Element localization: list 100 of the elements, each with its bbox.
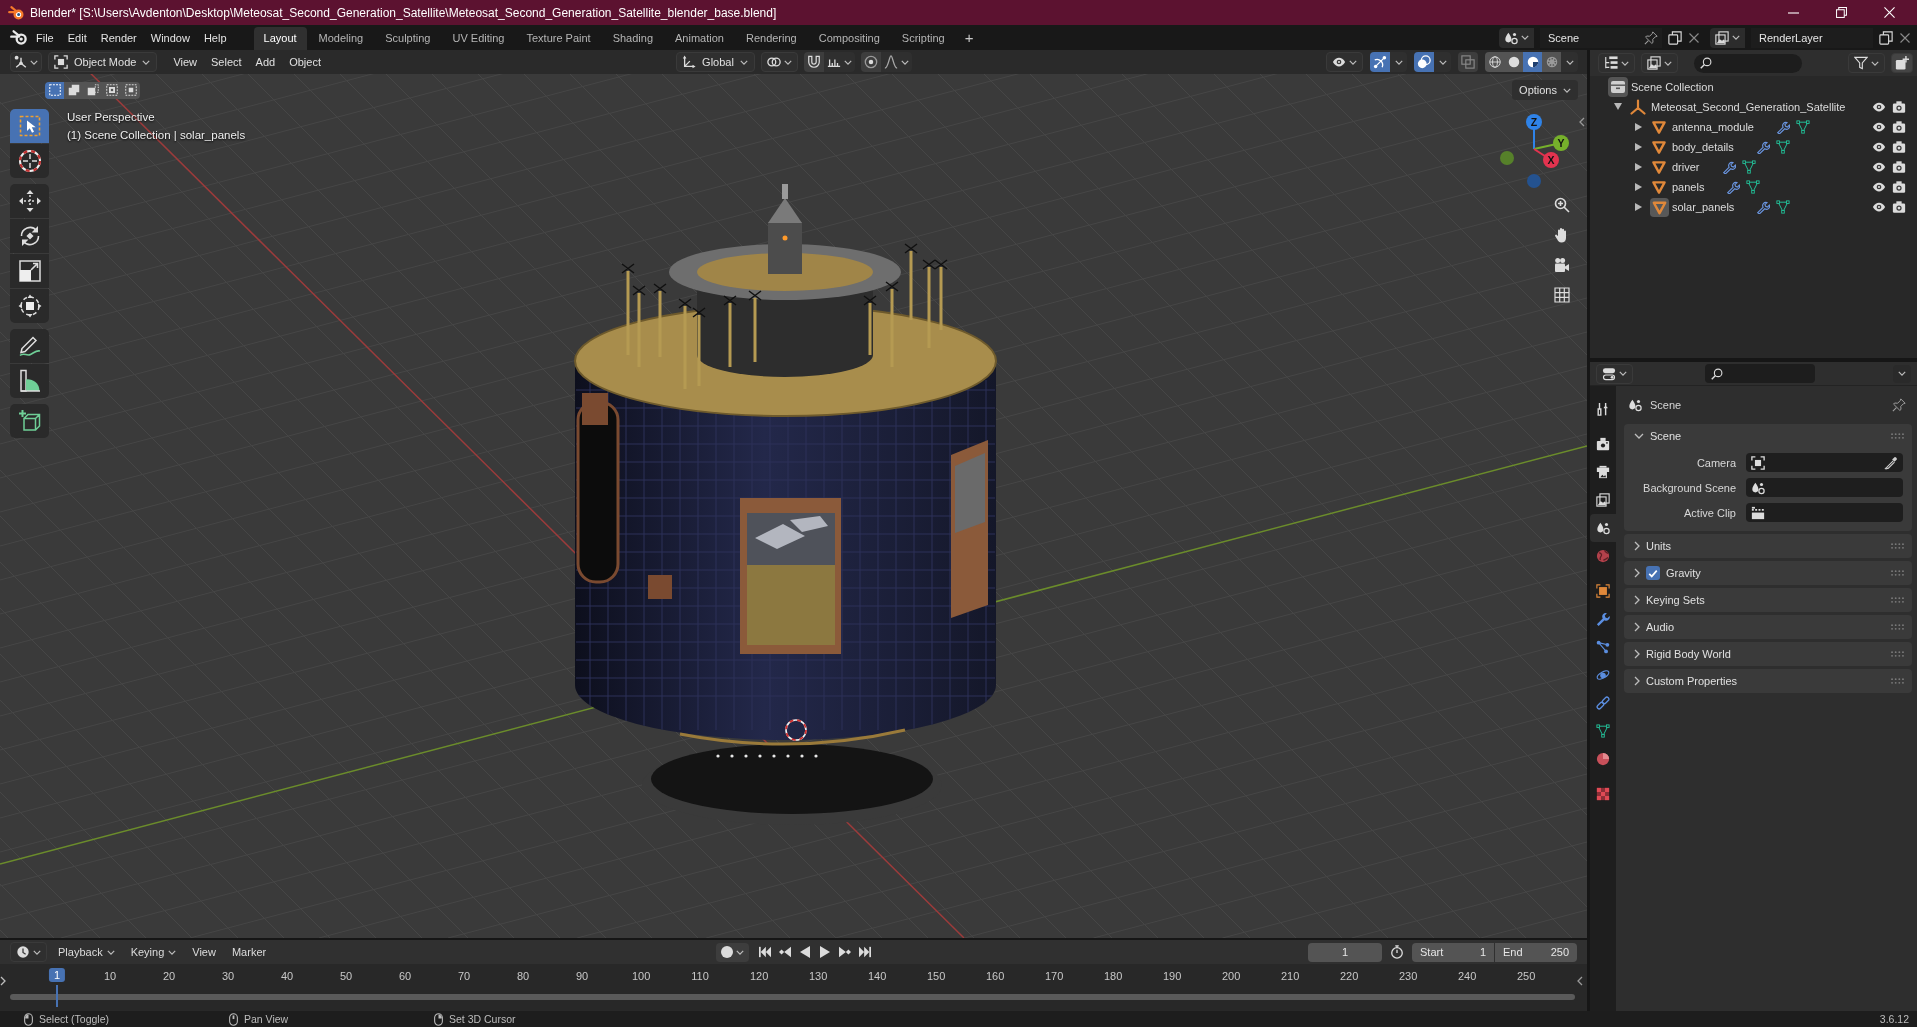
scene-tab[interactable] [1590,514,1616,542]
editor-type-button[interactable] [1596,363,1633,384]
grid-icon[interactable] [1554,287,1570,303]
wrench-icon[interactable] [1755,140,1770,154]
workspace-tab[interactable]: Scripting [891,27,955,50]
drag-handle-icon[interactable] [1891,651,1904,657]
snap-target-dropdown[interactable] [823,52,855,72]
background-scene-field[interactable] [1746,478,1903,497]
workspace-tab[interactable]: Animation [665,27,734,50]
selection-mode-button[interactable] [102,81,121,99]
drag-handle-icon[interactable] [1891,543,1904,549]
record-button[interactable] [716,942,749,962]
xray-toggle[interactable] [1458,52,1478,72]
move-tool[interactable] [10,184,49,218]
snap-toggle[interactable] [803,52,824,72]
view-layer-name-field[interactable]: RenderLayer [1751,27,1873,48]
menu-dropdown[interactable]: Playback [53,946,120,958]
panel-header[interactable]: Scene [1624,424,1912,448]
axis-circle-icon[interactable] [1500,151,1514,165]
z-axis-handle[interactable]: Z [1526,114,1542,150]
camera-icon[interactable] [1892,160,1906,174]
menu-item[interactable]: View [187,946,221,958]
blender-logo-icon[interactable] [10,29,27,46]
shading-mode-button[interactable] [1485,52,1504,72]
options-dropdown[interactable]: Options [1512,80,1578,100]
triangle-right-icon[interactable] [1635,123,1643,131]
wrench-icon[interactable] [1721,160,1736,174]
panel-header[interactable]: Rigid Body World [1624,642,1912,666]
editor-type-button[interactable] [10,942,47,962]
selection-mode-button[interactable] [121,81,140,99]
stopwatch-icon[interactable] [1390,945,1404,959]
duplicate-icon[interactable] [1668,30,1682,45]
shading-mode-button[interactable] [1523,52,1542,72]
pivot-point-dropdown[interactable] [760,52,798,72]
x-axis-handle[interactable]: X [1533,148,1559,168]
new-collection-button[interactable] [1891,53,1913,73]
overlays-toggle[interactable] [1414,52,1434,72]
current-frame-marker[interactable]: 1 [48,968,66,982]
pin-icon[interactable] [1892,398,1906,412]
menu-item[interactable]: Marker [226,946,272,958]
outliner-item[interactable]: solar_panels [1672,201,1735,213]
view-layer-browse-button[interactable] [1710,27,1745,48]
x-icon[interactable] [1688,31,1700,44]
rotate-tool[interactable] [10,219,49,253]
mesh-triangle-icon[interactable] [1741,160,1756,174]
workspace-tab[interactable]: Compositing [808,27,890,50]
workspace-tab[interactable]: Shading [602,27,664,50]
eye-icon[interactable] [1872,140,1886,154]
jump-to-start-icon[interactable] [759,946,771,958]
duplicate-icon[interactable] [1879,30,1893,45]
eye-icon[interactable] [1872,100,1886,114]
x-icon[interactable] [1899,31,1911,44]
select-box-tool[interactable] [10,109,49,143]
menu-dropdown[interactable]: Keying [125,946,182,958]
falloff-dropdown[interactable] [880,52,912,72]
mesh-triangle-icon[interactable] [1795,120,1810,134]
selection-mode-button[interactable] [83,81,102,99]
outliner-item[interactable]: body_details [1672,141,1734,153]
close-icon[interactable] [1884,7,1895,18]
previous-keyframe-icon[interactable] [779,946,791,958]
wrench-icon[interactable] [1775,120,1790,134]
display-mode-dropdown[interactable] [1598,53,1635,73]
triangle-down-icon[interactable] [1614,103,1622,111]
panel-checkbox[interactable] [1646,566,1660,580]
view-layer-dropdown[interactable] [1641,53,1678,73]
wrench-icon[interactable] [1726,180,1741,194]
cursor-tool[interactable] [10,144,49,178]
selection-mode-button[interactable] [64,81,83,99]
next-keyframe-icon[interactable] [839,946,851,958]
mode-dropdown[interactable]: Object Mode [48,52,158,72]
workspace-tab[interactable]: Rendering [735,27,807,50]
play-icon[interactable] [819,946,831,958]
transform-tool[interactable] [10,289,49,323]
shading-mode-button[interactable] [1504,52,1523,72]
3d-viewport[interactable]: Object Mode View Select Add Object Global Options User Perspective (1) Scene Collection | solar_panels Z Y X [0,50,1587,938]
camera-field[interactable] [1746,453,1903,472]
scrollbar[interactable] [10,994,1575,1000]
eye-icon[interactable] [1872,180,1886,194]
movie-camera-icon[interactable] [1554,257,1570,273]
start-frame-field[interactable]: Start 1 [1412,942,1494,962]
minimize-icon[interactable] [1788,11,1799,14]
scene-name-field[interactable]: Scene [1540,27,1662,48]
add-cube-tool[interactable] [10,404,49,438]
menu-item[interactable]: View [166,56,205,68]
jump-to-end-icon[interactable] [859,946,871,958]
ruler-tool[interactable] [10,364,49,398]
panel-header[interactable]: Custom Properties [1624,669,1912,693]
scale-tool[interactable] [10,254,49,288]
dropdown-button[interactable] [1893,364,1911,383]
outliner-item[interactable]: Meteosat_Second_Generation_Satellite [1651,101,1846,113]
orientation-dropdown[interactable]: Global [676,52,755,72]
visibility-dropdown[interactable] [1326,52,1363,72]
restore-icon[interactable] [1836,7,1847,18]
proportional-editing-toggle[interactable] [860,52,881,72]
drag-handle-icon[interactable] [1891,597,1904,603]
menu-item[interactable]: Add [248,56,283,68]
menu-item[interactable]: File [29,28,61,47]
selection-mode-button[interactable] [45,81,64,99]
dropdown-button[interactable] [1434,52,1451,72]
drag-handle-icon[interactable] [1891,433,1904,439]
